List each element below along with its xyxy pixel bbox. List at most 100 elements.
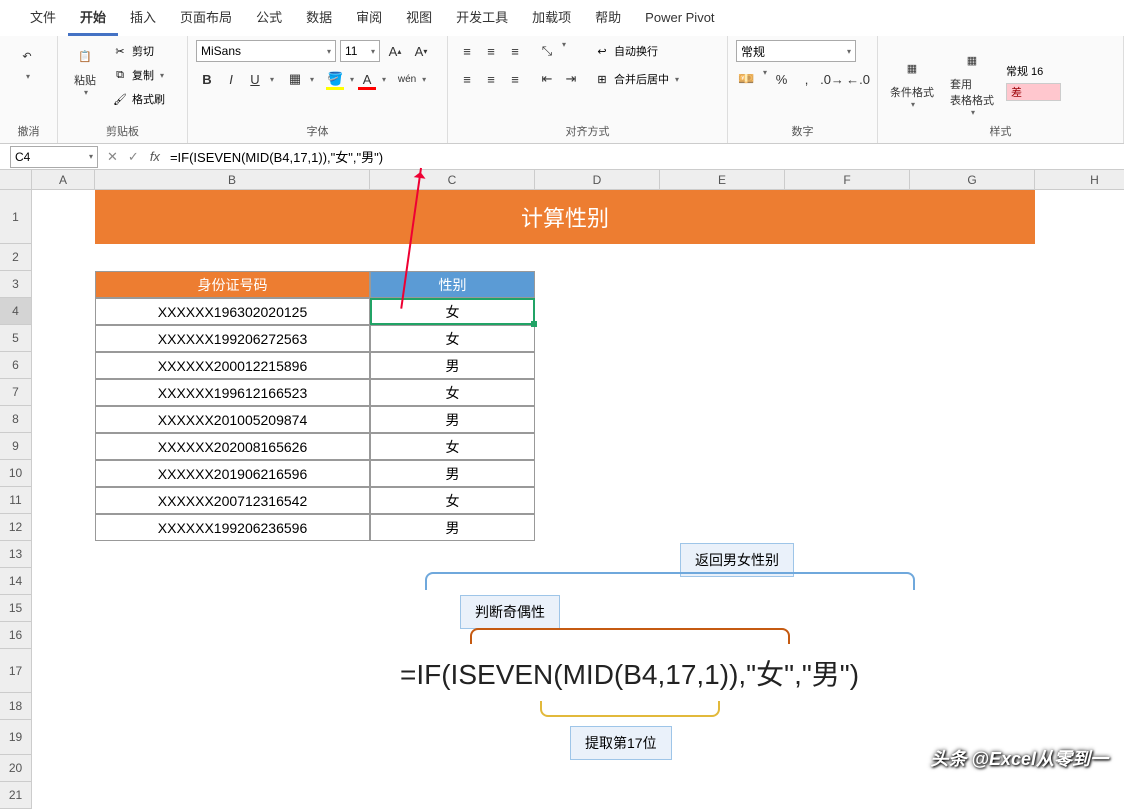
merge-center-button[interactable]: ⊞合并后居中▾ bbox=[592, 68, 681, 90]
row-header[interactable]: 11 bbox=[0, 487, 32, 514]
row-header[interactable]: 4 bbox=[0, 298, 32, 325]
cell-id[interactable]: XXXXXX199612166523 bbox=[95, 379, 370, 406]
name-box[interactable]: C4▾ bbox=[10, 146, 98, 168]
cell-gender[interactable]: 女 bbox=[370, 379, 535, 406]
comma-icon[interactable]: , bbox=[796, 68, 817, 90]
cell-gender[interactable]: 男 bbox=[370, 352, 535, 379]
cell-id[interactable]: XXXXXX199206272563 bbox=[95, 325, 370, 352]
fill-color-button[interactable]: 🪣 bbox=[324, 68, 346, 90]
cell-gender[interactable]: 男 bbox=[370, 406, 535, 433]
wrap-text-button[interactable]: ↩自动换行 bbox=[592, 40, 681, 62]
cell-gender[interactable]: 女 bbox=[370, 325, 535, 352]
cell-id[interactable]: XXXXXX200012215896 bbox=[95, 352, 370, 379]
column-header[interactable]: F bbox=[785, 170, 910, 190]
cell-style-bad[interactable]: 差 bbox=[1006, 83, 1061, 101]
cut-button[interactable]: ✂剪切 bbox=[110, 40, 167, 62]
row-header[interactable]: 18 bbox=[0, 693, 32, 720]
row-header[interactable]: 16 bbox=[0, 622, 32, 649]
currency-icon[interactable]: 💴 bbox=[736, 68, 757, 90]
row-header[interactable]: 3 bbox=[0, 271, 32, 298]
number-format-select[interactable]: 常规▾ bbox=[736, 40, 856, 62]
menu-item-9[interactable]: 加载项 bbox=[520, 0, 583, 36]
menu-item-11[interactable]: Power Pivot bbox=[633, 0, 726, 36]
bold-button[interactable]: B bbox=[196, 68, 218, 90]
row-header[interactable]: 15 bbox=[0, 595, 32, 622]
cancel-formula-icon[interactable]: ✕ bbox=[104, 149, 121, 165]
column-header[interactable]: G bbox=[910, 170, 1035, 190]
row-header[interactable]: 21 bbox=[0, 782, 32, 809]
align-top-icon[interactable]: ≡ bbox=[456, 40, 478, 62]
row-header[interactable]: 7 bbox=[0, 379, 32, 406]
row-header[interactable]: 10 bbox=[0, 460, 32, 487]
cell-gender[interactable]: 男 bbox=[370, 460, 535, 487]
menu-item-6[interactable]: 审阅 bbox=[344, 0, 394, 36]
column-header[interactable]: A bbox=[32, 170, 95, 190]
increase-font-icon[interactable]: A▴ bbox=[384, 40, 406, 62]
row-header[interactable]: 6 bbox=[0, 352, 32, 379]
select-all-triangle[interactable] bbox=[0, 170, 32, 190]
row-header[interactable]: 20 bbox=[0, 755, 32, 782]
menu-item-10[interactable]: 帮助 bbox=[583, 0, 633, 36]
cell-gender[interactable]: 男 bbox=[370, 514, 535, 541]
format-as-table-button[interactable]: ▦套用 表格格式▾ bbox=[946, 44, 998, 119]
menu-item-2[interactable]: 插入 bbox=[118, 0, 168, 36]
copy-button[interactable]: ⧉复制▾ bbox=[110, 64, 167, 86]
column-header[interactable]: E bbox=[660, 170, 785, 190]
italic-button[interactable]: I bbox=[220, 68, 242, 90]
row-header[interactable]: 13 bbox=[0, 541, 32, 568]
cell-id[interactable]: XXXXXX202008165626 bbox=[95, 433, 370, 460]
font-color-button[interactable]: A bbox=[356, 68, 378, 90]
row-header[interactable]: 12 bbox=[0, 514, 32, 541]
row-header[interactable]: 2 bbox=[0, 244, 32, 271]
phonetic-button[interactable]: wén bbox=[396, 68, 418, 90]
underline-button[interactable]: U bbox=[244, 68, 266, 90]
increase-decimal-icon[interactable]: .0→ bbox=[821, 68, 843, 90]
cell-id[interactable]: XXXXXX200712316542 bbox=[95, 487, 370, 514]
decrease-decimal-icon[interactable]: ←.0 bbox=[847, 68, 869, 90]
row-header[interactable]: 8 bbox=[0, 406, 32, 433]
cell-gender[interactable]: 女 bbox=[370, 298, 535, 325]
align-left-icon[interactable]: ≡ bbox=[456, 68, 478, 90]
cell-id[interactable]: XXXXXX199206236596 bbox=[95, 514, 370, 541]
cell-gender[interactable]: 女 bbox=[370, 433, 535, 460]
row-header[interactable]: 9 bbox=[0, 433, 32, 460]
column-header[interactable]: C bbox=[370, 170, 535, 190]
row-header[interactable]: 14 bbox=[0, 568, 32, 595]
align-right-icon[interactable]: ≡ bbox=[504, 68, 526, 90]
accept-formula-icon[interactable]: ✓ bbox=[125, 149, 142, 165]
menu-item-4[interactable]: 公式 bbox=[244, 0, 294, 36]
align-bottom-icon[interactable]: ≡ bbox=[504, 40, 526, 62]
row-header[interactable]: 17 bbox=[0, 649, 32, 693]
menu-item-0[interactable]: 文件 bbox=[18, 0, 68, 36]
menu-item-8[interactable]: 开发工具 bbox=[444, 0, 520, 36]
row-header[interactable]: 1 bbox=[0, 190, 32, 244]
align-middle-icon[interactable]: ≡ bbox=[480, 40, 502, 62]
formula-input[interactable]: =IF(ISEVEN(MID(B4,17,1)),"女","男") bbox=[164, 147, 1124, 166]
cell-id[interactable]: XXXXXX201005209874 bbox=[95, 406, 370, 433]
cell-id[interactable]: XXXXXX196302020125 bbox=[95, 298, 370, 325]
menu-item-3[interactable]: 页面布局 bbox=[168, 0, 244, 36]
cell-gender[interactable]: 女 bbox=[370, 487, 535, 514]
row-header[interactable]: 5 bbox=[0, 325, 32, 352]
font-size-select[interactable]: 11▾ bbox=[340, 40, 380, 62]
format-painter-button[interactable]: 🖌格式刷 bbox=[110, 88, 167, 110]
cell-style-normal[interactable]: 常规 16 bbox=[1006, 63, 1061, 79]
row-header[interactable]: 19 bbox=[0, 720, 32, 755]
border-button[interactable]: ▦ bbox=[284, 68, 306, 90]
column-header[interactable]: B bbox=[95, 170, 370, 190]
undo-button[interactable]: ↶▾ bbox=[8, 40, 46, 83]
indent-increase-icon[interactable]: ⇥ bbox=[560, 68, 582, 90]
fx-icon[interactable]: fx bbox=[150, 149, 160, 164]
orientation-icon[interactable]: ⤡ bbox=[536, 40, 558, 62]
menu-item-7[interactable]: 视图 bbox=[394, 0, 444, 36]
menu-item-5[interactable]: 数据 bbox=[294, 0, 344, 36]
indent-decrease-icon[interactable]: ⇤ bbox=[536, 68, 558, 90]
cell-id[interactable]: XXXXXX201906216596 bbox=[95, 460, 370, 487]
menu-item-1[interactable]: 开始 bbox=[68, 0, 118, 36]
column-header[interactable]: D bbox=[535, 170, 660, 190]
font-name-select[interactable]: MiSans▾ bbox=[196, 40, 336, 62]
column-header[interactable]: H bbox=[1035, 170, 1124, 190]
percent-icon[interactable]: % bbox=[771, 68, 792, 90]
decrease-font-icon[interactable]: A▾ bbox=[410, 40, 432, 62]
conditional-format-button[interactable]: ▦条件格式▾ bbox=[886, 52, 938, 111]
